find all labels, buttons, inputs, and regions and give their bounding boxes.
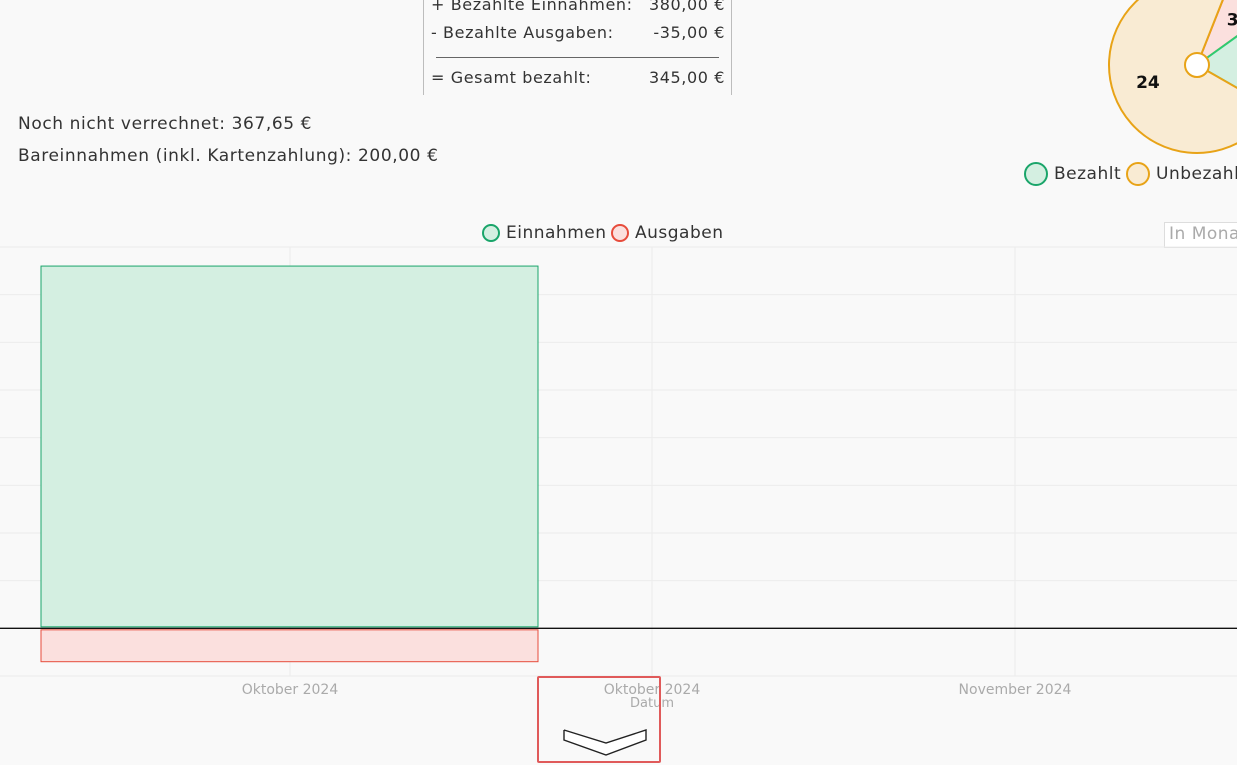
pie-slice-label-0: 3 <box>1227 10 1237 30</box>
not-settled-amount: Noch nicht verrechnet: 367,65 € <box>18 114 313 134</box>
pie-slice-label-2: 24 <box>1136 73 1160 93</box>
pie-center <box>1184 52 1210 78</box>
collapse-chart-button[interactable] <box>537 676 661 763</box>
x-tick-label: Oktober 2024 <box>242 682 339 698</box>
legend-expenses[interactable]: Ausgaben <box>611 223 724 243</box>
chevron-down-icon <box>563 729 647 756</box>
income-expense-chart-svg: Oktober 2024 Oktober 2024 November 2024Dat… <box>0 246 1237 711</box>
income-expense-chart: Oktober 2024 Oktober 2024 November 2024 Dat… <box>0 245 1237 719</box>
legend-expenses-marker <box>611 224 629 242</box>
status-pie-svg: 3624 <box>1108 0 1237 154</box>
legend-income[interactable]: Einnahmen <box>482 223 607 243</box>
summary-divider <box>436 57 719 58</box>
x-tick-label: November 2024 <box>959 682 1072 698</box>
cash-income-amount: Bareinnahmen (inkl. Kartenzahlung): 200,… <box>18 146 439 166</box>
legend-unpaid-marker <box>1126 162 1150 186</box>
bar-einnahmen[interactable] <box>40 265 539 628</box>
payment-summary: + Bezahlte Einnahmen: 380,00 € - Bezahlt… <box>423 0 732 95</box>
bar-ausgaben[interactable] <box>40 629 539 663</box>
status-pie-chart: 3624 <box>1100 0 1237 160</box>
legend-paid-marker <box>1024 162 1048 186</box>
legend-unpaid[interactable]: Unbezahlt <box>1126 162 1237 186</box>
legend-paid[interactable]: Bezahlt <box>1024 162 1121 186</box>
legend-income-marker <box>482 224 500 242</box>
